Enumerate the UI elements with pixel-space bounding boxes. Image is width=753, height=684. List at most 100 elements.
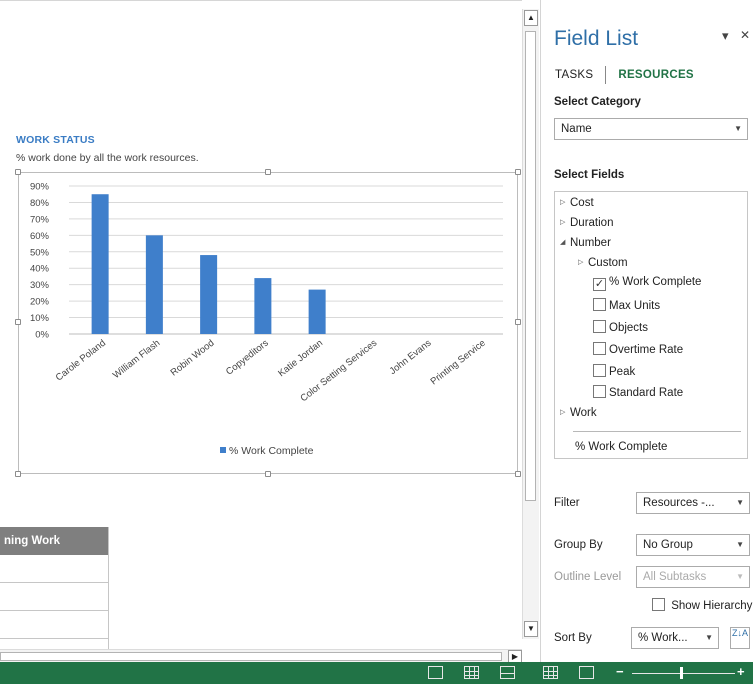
field-checkbox-overtime-rate[interactable]: Overtime Rate [593,342,683,356]
field-checkbox-standard-rate[interactable]: Standard Rate [593,385,683,399]
status-bar: − + [0,662,753,684]
field-list-tabs: TASKS RESOURCES [555,66,694,84]
outline-level-label: Outline Level [554,571,622,583]
zoom-slider[interactable] [632,673,735,674]
y-tick-label: 50% [30,247,50,258]
chevron-down-icon: ▼ [705,633,713,642]
bar [91,194,109,334]
checkbox-icon[interactable] [652,598,665,611]
legend-swatch [220,447,226,453]
scroll-right-button[interactable]: ▶ [508,650,522,662]
table-header-remaining-work: ning Work [0,527,108,555]
x-tick-label: Katie Jordan [276,338,325,380]
resize-handle-bl[interactable] [15,471,21,477]
bar [308,289,326,334]
chart-subtitle: % work done by all the work resources. [16,152,199,164]
tab-tasks[interactable]: TASKS [555,69,593,81]
tree-node-number[interactable]: ◢ Number [560,237,611,249]
table-row[interactable] [0,611,108,639]
tree-node-cost[interactable]: ▷ Cost [560,197,594,209]
chevron-down-icon: ▼ [736,572,744,581]
zoom-slider-thumb[interactable] [680,667,683,679]
chevron-down-icon: ▼ [734,124,742,133]
tab-resources[interactable]: RESOURCES [618,69,694,81]
resize-handle-left[interactable] [15,319,21,325]
tab-divider [605,66,607,84]
zoom-out-icon[interactable]: − [616,664,624,679]
chart-container[interactable]: 0% 10% 20% 30% 40% 50% 60% 70% 80% 90% Carole Pola… [15,169,521,477]
checkbox-icon[interactable] [593,298,606,311]
resize-handle-br[interactable] [515,471,521,477]
selected-field-item[interactable]: % Work Complete [575,441,667,453]
resize-handle-tr[interactable] [515,169,521,175]
bar [200,255,218,334]
y-tick-label: 20% [30,297,50,308]
remaining-work-table[interactable]: ning Work [0,527,109,662]
x-tick-label: Copyeditors [224,338,271,378]
select-category-label: Select Category [554,96,641,108]
tree-node-duration[interactable]: ▷ Duration [560,217,613,229]
field-checkbox-peak[interactable]: Peak [593,364,635,378]
group-by-value: No Group [643,539,693,551]
report-view-icon[interactable] [579,666,594,679]
expand-triangle-icon[interactable]: ▷ [560,218,570,226]
sort-by-dropdown[interactable]: % Work... ▼ [631,627,719,649]
resize-handle-tl[interactable] [15,169,21,175]
horizontal-scroll-thumb[interactable] [0,652,502,661]
y-tick-label: 70% [30,214,50,225]
checkbox-icon[interactable] [593,342,606,355]
expand-triangle-icon[interactable]: ▷ [560,408,570,416]
task-usage-view-icon[interactable] [464,666,479,679]
tree-node-work[interactable]: ▷ Work [560,407,597,419]
field-checkbox-work-complete[interactable]: ✓% Work Complete [593,276,701,291]
checkbox-checked-icon[interactable]: ✓ [593,278,606,291]
resize-handle-right[interactable] [515,319,521,325]
resize-handle-bottom[interactable] [265,471,271,477]
table-row[interactable] [0,583,108,611]
scroll-down-button[interactable]: ▼ [524,621,538,637]
expand-triangle-icon[interactable]: ▷ [560,198,570,206]
sort-order-icon[interactable]: Z↓A [730,627,750,649]
chevron-down-icon: ▼ [736,498,744,507]
x-tick-label: William Flash [111,338,162,381]
team-planner-view-icon[interactable] [500,666,515,679]
category-value: Name [561,123,592,135]
zoom-in-icon[interactable]: + [737,664,745,679]
gantt-view-icon[interactable] [428,666,443,679]
filter-value: Resources -... [643,497,715,509]
resize-handle-top[interactable] [265,169,271,175]
table-row[interactable] [0,555,108,583]
expand-triangle-icon[interactable]: ▷ [578,258,588,266]
x-tick-label: Carole Poland [54,338,108,384]
resource-sheet-view-icon[interactable] [543,666,558,679]
sort-by-label: Sort By [554,632,592,644]
chevron-down-icon: ▼ [736,540,744,549]
fields-divider [573,431,741,432]
bar [254,278,272,334]
horizontal-scrollbar[interactable]: ▶ [0,649,522,662]
vertical-scrollbar[interactable]: ▲ ▼ [522,9,539,639]
checkbox-icon[interactable] [593,320,606,333]
close-icon[interactable]: ✕ [740,28,750,42]
fields-tree[interactable]: ▷ Cost ▷ Duration ◢ Number ▷ Custom ✓% Work … [554,191,748,459]
y-tick-label: 10% [30,313,50,324]
tree-node-custom[interactable]: ▷ Custom [578,257,628,269]
bar [145,235,163,334]
pane-options-icon[interactable]: ▾ [722,28,729,44]
collapse-triangle-icon[interactable]: ◢ [560,238,570,246]
filter-dropdown[interactable]: Resources -... ▼ [636,492,750,514]
field-checkbox-objects[interactable]: Objects [593,320,648,334]
scroll-up-button[interactable]: ▲ [524,10,538,26]
bar-chart: 0% 10% 20% 30% 40% 50% 60% 70% 80% 90% Carole Pola… [30,182,503,457]
x-tick-label: John Evans [388,338,434,377]
vertical-scroll-thumb[interactable] [525,31,536,501]
show-hierarchy-checkbox[interactable]: Show Hierarchy [652,598,752,612]
checkbox-icon[interactable] [593,385,606,398]
y-tick-label: 90% [30,182,50,193]
field-list-pane: Field List ▾ ✕ TASKS RESOURCES Select Ca… [540,0,753,662]
checkbox-icon[interactable] [593,364,606,377]
group-by-dropdown[interactable]: No Group ▼ [636,534,750,556]
category-dropdown[interactable]: Name ▼ [554,118,748,140]
y-tick-label: 0% [35,330,49,341]
field-checkbox-max-units[interactable]: Max Units [593,298,660,312]
